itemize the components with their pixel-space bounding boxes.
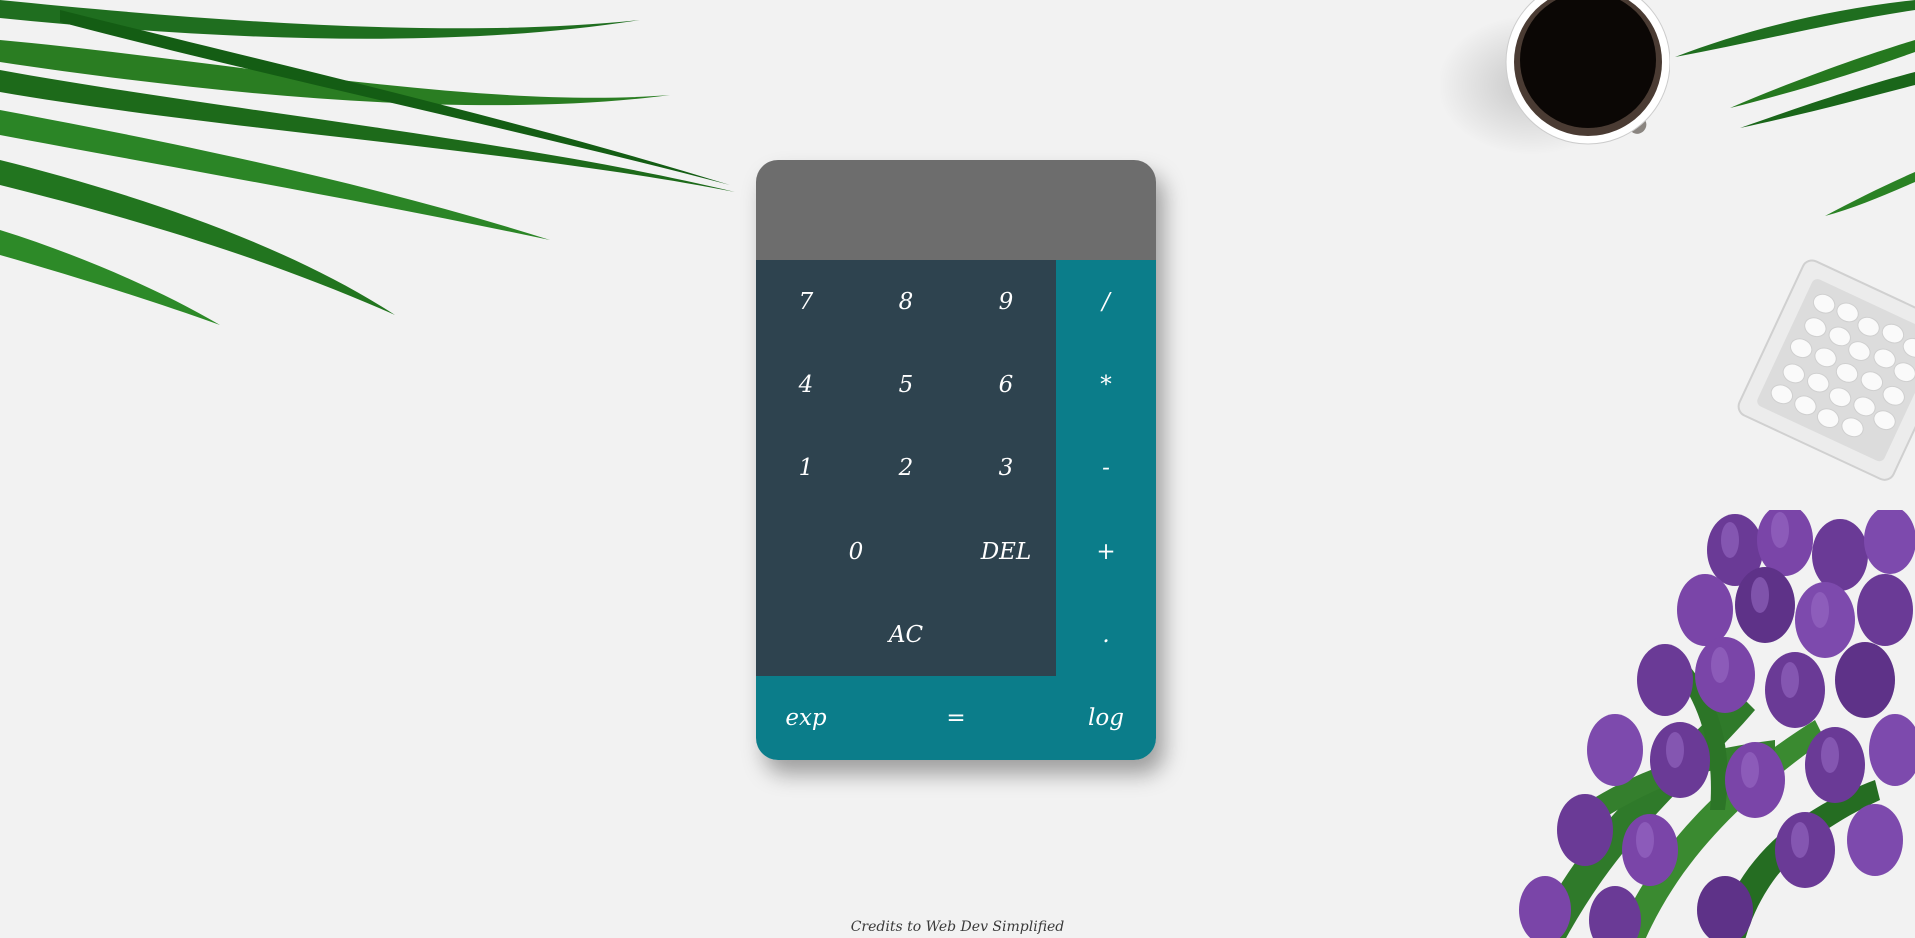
key-4-button[interactable]: 4 — [756, 343, 856, 427]
key-0-button[interactable]: 0 — [756, 509, 956, 594]
palm-leaves-top-right-image — [1675, 0, 1915, 216]
bowl-of-white-candies-image — [1737, 259, 1915, 481]
purple-tulip-bouquet-image — [1519, 510, 1915, 938]
key-3-button[interactable]: 3 — [956, 426, 1056, 510]
key-9-button[interactable]: 9 — [956, 260, 1056, 344]
calculator: 7 8 9 / 4 5 6 * 1 2 3 - 0 DEL + AC . exp… — [756, 160, 1156, 760]
equals-button[interactable]: = — [856, 676, 1056, 760]
multiply-button[interactable]: * — [1056, 343, 1156, 427]
key-7-button[interactable]: 7 — [756, 260, 856, 344]
calculator-display — [756, 160, 1156, 260]
delete-button[interactable]: DEL — [956, 509, 1056, 594]
key-2-button[interactable]: 2 — [856, 426, 956, 510]
key-8-button[interactable]: 8 — [856, 260, 956, 344]
palm-leaves-top-left-image — [0, 0, 735, 325]
key-6-button[interactable]: 6 — [956, 343, 1056, 427]
divide-button[interactable]: / — [1056, 260, 1156, 344]
decimal-button[interactable]: . — [1056, 593, 1156, 677]
coffee-cup-image — [1440, 0, 1670, 155]
log-button[interactable]: log — [1056, 676, 1156, 760]
exp-button[interactable]: exp — [756, 676, 856, 760]
add-button[interactable]: + — [1056, 509, 1156, 594]
key-5-button[interactable]: 5 — [856, 343, 956, 427]
all-clear-button[interactable]: AC — [756, 593, 1056, 677]
credits-text: Credits to Web Dev Simplified — [850, 919, 1065, 935]
key-1-button[interactable]: 1 — [756, 426, 856, 510]
page: 7 8 9 / 4 5 6 * 1 2 3 - 0 DEL + AC . exp… — [0, 0, 1915, 938]
subtract-button[interactable]: - — [1056, 426, 1156, 510]
